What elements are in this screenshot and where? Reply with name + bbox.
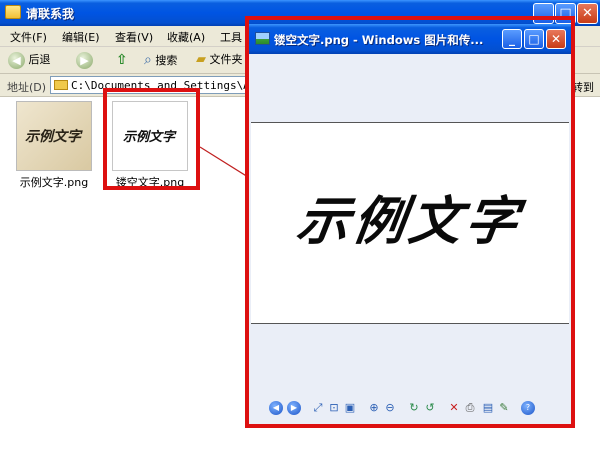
viewer-highlight-frame (245, 16, 575, 428)
